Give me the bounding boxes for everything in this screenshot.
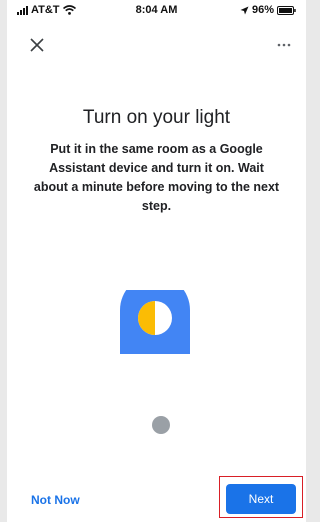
not-now-button[interactable]: Not Now [31,493,80,507]
battery-percent: 96% [251,4,274,16]
status-right: 96% [240,4,296,16]
phone-screen: AT&T 8:04 AM 96% Turn on your light Put … [7,0,306,522]
battery-icon [277,5,296,15]
more-horiz-icon[interactable] [276,40,292,50]
status-bar: AT&T 8:04 AM 96% [7,0,306,22]
light-illustration [120,290,190,434]
next-button[interactable]: Next [226,484,296,514]
page-title: Turn on your light [82,107,231,128]
status-dot [152,416,170,434]
close-icon[interactable] [30,38,44,52]
page-description: Put it in the same room as a Google Assi… [33,142,280,213]
location-arrow-icon [240,6,249,14]
